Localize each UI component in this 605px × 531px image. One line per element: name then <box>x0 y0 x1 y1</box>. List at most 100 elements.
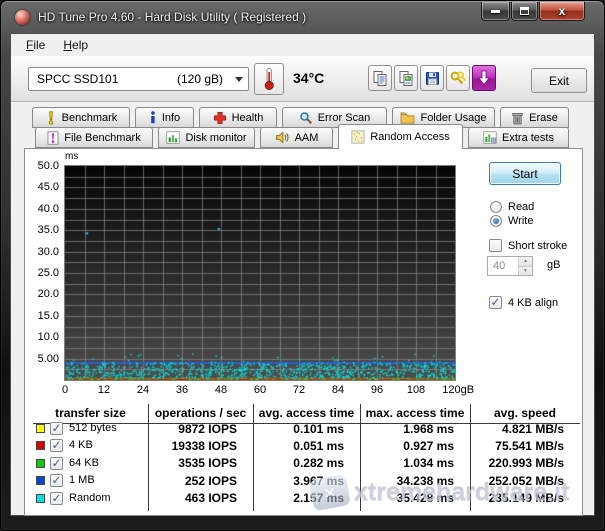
write-radio[interactable] <box>490 215 502 227</box>
table-value: 34.238 ms <box>360 474 470 488</box>
x-tick-label: 120gB <box>442 384 474 396</box>
separator <box>470 229 580 230</box>
tab-info[interactable]: Info <box>135 107 194 128</box>
copy-text-icon <box>372 70 389 87</box>
y-tick-label: 35.0 <box>25 224 59 236</box>
read-label: Read <box>508 201 534 213</box>
y-tick-label: 25.0 <box>25 267 59 279</box>
toolbar: SPCC SSD101 (120 gB) 34°C <box>11 56 594 102</box>
table-value: 35.428 ms <box>360 491 470 505</box>
x-tick-label: 24 <box>137 384 149 396</box>
table-value: 1.968 ms <box>360 422 470 436</box>
series-checkbox[interactable] <box>50 439 63 452</box>
client-area: File Help SPCC SSD101 (120 gB) 34°C <box>10 33 595 516</box>
tab-extra-tests-label: Extra tests <box>502 132 554 144</box>
series-label: 64 KB <box>69 457 99 469</box>
series-label: 1 MB <box>69 474 95 486</box>
folder-icon <box>400 111 415 124</box>
series-color-swatch <box>36 424 45 433</box>
y-tick-label: 40.0 <box>25 203 59 215</box>
series-checkbox[interactable] <box>50 422 63 435</box>
y-tick-label: 30.0 <box>25 246 59 258</box>
spinner-down-icon[interactable]: ▼ <box>519 267 532 276</box>
tab-disk-monitor[interactable]: Disk monitor <box>158 127 255 148</box>
read-radio[interactable] <box>490 201 502 213</box>
thermometer-icon <box>261 67 277 91</box>
options-button[interactable] <box>446 65 470 91</box>
short-stroke-unit: gB <box>547 259 560 271</box>
short-stroke-size-value: 40 <box>493 260 505 272</box>
drive-select-arrow[interactable] <box>230 68 248 90</box>
series-checkbox[interactable] <box>50 474 63 487</box>
tab-extra-tests[interactable]: Extra tests <box>468 127 569 148</box>
table-value: 463 IOPS <box>148 491 253 505</box>
tab-health-label: Health <box>232 112 264 124</box>
random-access-panel: ms 50.045.040.035.030.025.020.015.010.05… <box>24 148 583 516</box>
tab-benchmark[interactable]: Benchmark <box>32 107 130 128</box>
window-controls: x <box>481 2 585 21</box>
title-bar[interactable]: HD Tune Pro 4.60 - Hard Disk Utility ( R… <box>1 1 604 33</box>
drive-select[interactable]: SPCC SSD101 (120 gB) <box>28 67 249 91</box>
tab-random-access[interactable]: Random Access <box>338 124 463 149</box>
copy-image-button[interactable] <box>394 65 418 91</box>
tab-folder-usage-label: Folder Usage <box>420 112 486 124</box>
series-color-swatch <box>36 494 45 503</box>
tab-health[interactable]: Health <box>199 107 277 128</box>
save-button[interactable] <box>420 65 444 91</box>
download-arrow-icon <box>477 70 491 86</box>
short-stroke-size-spinner[interactable]: 40 ▲ ▼ <box>487 256 533 276</box>
table-row: 64 KB3535 IOPS0.282 ms1.034 ms220.993 MB… <box>33 455 580 472</box>
y-tick-label: 20.0 <box>25 288 59 300</box>
align-checkbox[interactable] <box>489 296 502 309</box>
table-value: 1.034 ms <box>360 456 470 470</box>
tab-erase-label: Erase <box>529 112 558 124</box>
series-label: 512 bytes <box>69 422 117 434</box>
table-row: Random463 IOPS2.157 ms35.428 ms235.149 M… <box>33 490 580 507</box>
table-value: 0.927 ms <box>360 439 470 453</box>
drive-capacity: (120 gB) <box>177 72 223 86</box>
download-button[interactable] <box>472 65 496 91</box>
menu-bar: File Help <box>11 34 594 56</box>
exit-label: Exit <box>549 74 569 88</box>
chevron-down-icon <box>235 77 243 82</box>
table-value: 0.101 ms <box>253 422 360 436</box>
spinner-buttons[interactable]: ▲ ▼ <box>518 257 532 275</box>
spinner-up-icon[interactable]: ▲ <box>519 257 532 267</box>
table-row: 512 bytes9872 IOPS0.101 ms1.968 ms4.821 … <box>33 420 580 437</box>
menu-help[interactable]: Help <box>54 35 97 55</box>
minimize-button[interactable] <box>481 2 510 21</box>
start-button[interactable]: Start <box>489 162 561 185</box>
maximize-button[interactable] <box>511 2 538 21</box>
close-button[interactable]: x <box>539 2 585 21</box>
extra-tests-icon <box>483 131 497 144</box>
exit-button[interactable]: Exit <box>531 68 587 93</box>
exclamation-yellow-icon <box>45 111 57 125</box>
short-stroke-label: Short stroke <box>508 240 567 252</box>
tab-erase[interactable]: Erase <box>500 107 569 128</box>
save-icon <box>424 70 441 87</box>
series-checkbox[interactable] <box>50 457 63 470</box>
y-tick-label: 5.00 <box>25 353 59 365</box>
table-value: 235.149 MB/s <box>470 491 580 505</box>
table-value: 9872 IOPS <box>148 422 253 436</box>
series-checkbox[interactable] <box>50 492 63 505</box>
tab-info-label: Info <box>162 112 180 124</box>
menu-file[interactable]: File <box>17 35 54 55</box>
series-cell: 64 KB <box>33 455 148 472</box>
table-value: 0.282 ms <box>253 456 360 470</box>
magnifier-icon <box>299 111 313 125</box>
short-stroke-checkbox[interactable] <box>489 239 502 252</box>
copy-text-button[interactable] <box>368 65 392 91</box>
temperature-button[interactable] <box>254 63 284 95</box>
series-label: 4 KB <box>69 439 93 451</box>
table-row: 1 MB252 IOPS3.967 ms34.238 ms252.052 MB/… <box>33 472 580 489</box>
start-label: Start <box>512 167 537 181</box>
tab-aam-label: AAM <box>295 132 319 144</box>
y-tick-label: 15.0 <box>25 310 59 322</box>
tab-aam[interactable]: AAM <box>260 127 333 148</box>
tab-file-benchmark[interactable]: File Benchmark <box>35 127 153 148</box>
series-color-swatch <box>36 476 45 485</box>
series-cell: 4 KB <box>33 437 148 454</box>
table-value: 3.967 ms <box>253 474 360 488</box>
x-tick-label: 48 <box>215 384 227 396</box>
